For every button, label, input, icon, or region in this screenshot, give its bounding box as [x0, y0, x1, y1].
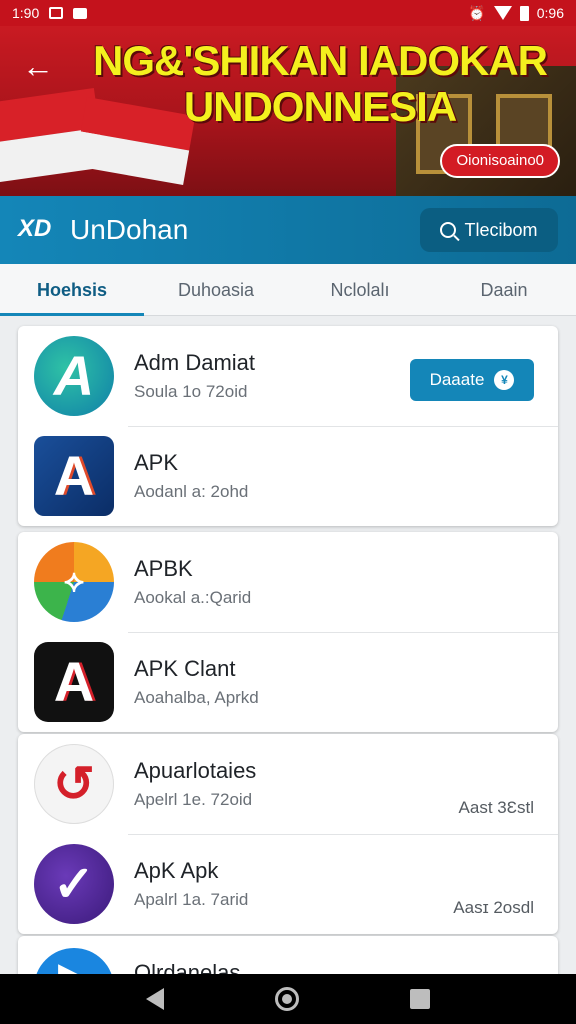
app-icon: A — [34, 436, 114, 516]
app-card: ⟡ APBK Aookal a.:Qarid A APK Clant Aoaha… — [18, 532, 558, 732]
mail-notification-icon — [73, 7, 88, 19]
nav-recents-icon[interactable] — [410, 989, 431, 1009]
list-item[interactable]: A APK Aodanl a: 2ohd — [18, 426, 558, 526]
status-time-right: 0:96 — [536, 5, 564, 21]
app-header: XD UnDohan Tlecibom — [0, 196, 576, 264]
list-item[interactable]: ✓ ApK Apk Apalrl 1a. 7arid Aasɪ 2osdl — [18, 834, 558, 934]
app-size-note: Aast 3Ɛstl — [458, 798, 534, 817]
app-subtitle: Aoahalba, Aprkd — [134, 688, 259, 707]
app-title: Adm Damiat — [134, 350, 256, 375]
download-icon: ¥ — [494, 370, 515, 390]
app-logo-icon: XD — [18, 215, 52, 242]
back-arrow-icon[interactable]: ← — [18, 48, 58, 88]
wifi-icon — [493, 6, 512, 20]
search-icon — [440, 222, 457, 238]
app-size-note: Aasɪ 2osdl — [453, 898, 534, 917]
app-card: ↺ Apuarlotaies Apelrl 1e. 72oid Aast 3Ɛs… — [18, 734, 558, 934]
system-nav-bar — [0, 974, 576, 1024]
list-item[interactable]: A APK Clant Aoahalba, Aprkd — [18, 632, 558, 732]
search-label: Tlecibom — [464, 219, 538, 240]
status-time: 1:90 — [12, 5, 40, 21]
banner-title: NG&'SHIKAN IADOKAR UNDONNESIA — [93, 37, 548, 130]
app-subtitle: Apalrl 1a. 7arid — [134, 890, 249, 909]
tab-hoehsis[interactable]: Hoehsis — [0, 264, 144, 316]
app-title: Apuarlotaies — [134, 758, 257, 783]
app-title: APBK — [134, 556, 193, 581]
app-screen: 1:90 ⏰ 0:96 NG&'SHIKAN IADOKAR UNDONNESI… — [0, 0, 576, 1024]
app-name: UnDohan — [70, 214, 189, 245]
tab-daain[interactable]: Daain — [432, 264, 576, 315]
promo-banner: NG&'SHIKAN IADOKAR UNDONNESIA ← Oionisoa… — [0, 26, 576, 196]
app-card: A Adm Damiat Soula 1o 72oid Daaate ¥ A A… — [18, 326, 558, 526]
list-item[interactable]: A Adm Damiat Soula 1o 72oid Daaate ¥ — [18, 326, 558, 426]
gallery-notification-icon — [49, 7, 64, 19]
app-subtitle: Aodanl a: 2ohd — [134, 482, 249, 501]
list-item[interactable]: ⟡ APBK Aookal a.:Qarid — [18, 532, 558, 632]
app-subtitle: Apelrl 1e. 72oid — [134, 790, 253, 809]
app-title: APK — [134, 450, 179, 475]
app-icon: A — [34, 642, 114, 722]
nav-home-icon[interactable] — [274, 987, 299, 1011]
app-title: APK Clant — [134, 656, 236, 681]
app-subtitle: Soula 1o 72oid — [134, 382, 248, 401]
alarm-icon: ⏰ — [468, 4, 486, 21]
list-item[interactable]: ↺ Apuarlotaies Apelrl 1e. 72oid Aast 3Ɛs… — [18, 734, 558, 834]
search-button[interactable]: Tlecibom — [420, 208, 558, 252]
nav-back-icon[interactable] — [145, 988, 164, 1010]
battery-icon — [519, 5, 529, 21]
app-icon: ⟡ — [34, 542, 114, 622]
tab-duhoasia[interactable]: Duhoasia — [144, 264, 288, 315]
app-icon: ↺ — [34, 744, 114, 824]
app-subtitle: Aookal a.:Qarid — [134, 588, 252, 607]
download-button[interactable]: Daaate ¥ — [410, 359, 534, 401]
tab-nclolali[interactable]: Nclolalı — [288, 264, 432, 315]
tab-bar: Hoehsis Duhoasia Nclolalı Daain — [0, 264, 576, 316]
app-icon: A — [34, 336, 114, 416]
banner-pill-button[interactable]: Oionisoaino0 — [440, 144, 560, 178]
app-icon: ✓ — [34, 844, 114, 924]
app-title: ApK Apk — [134, 858, 219, 883]
status-bar: 1:90 ⏰ 0:96 — [0, 0, 576, 26]
